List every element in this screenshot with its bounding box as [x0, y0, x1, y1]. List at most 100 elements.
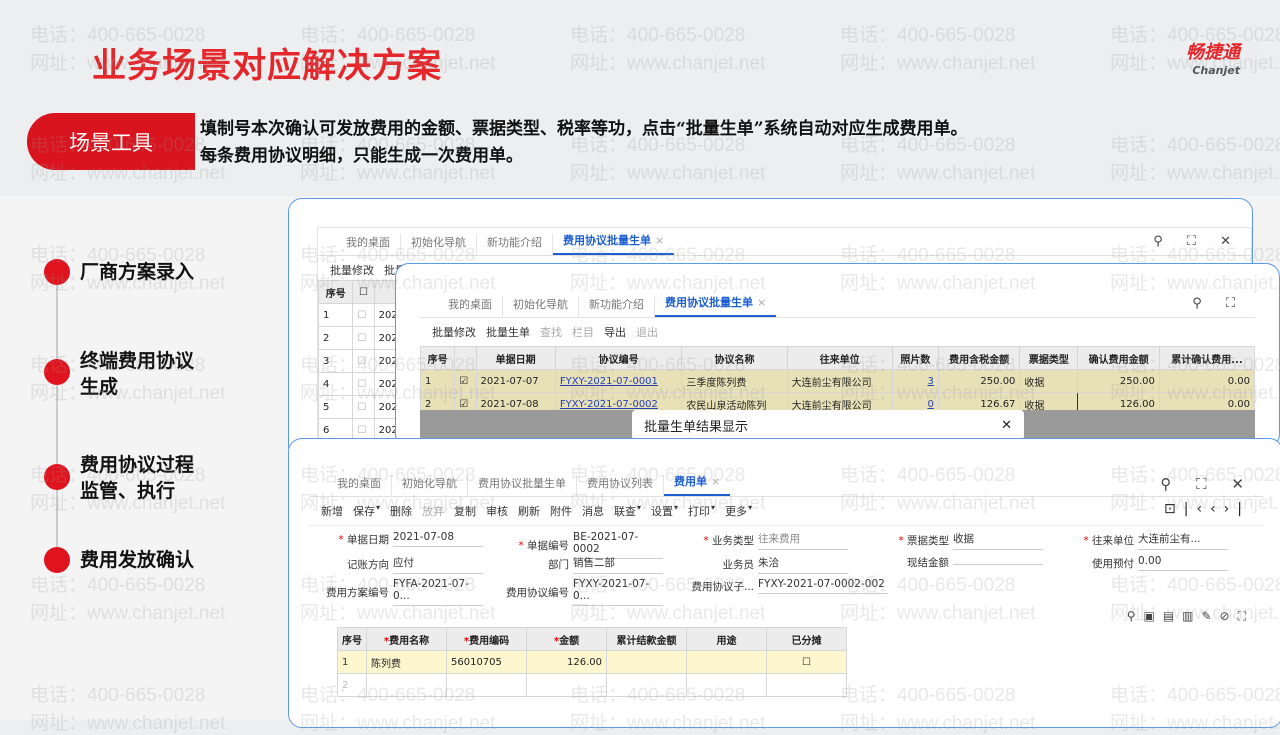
result-dialog: 批量生单结果显示 ✕ [632, 410, 1024, 440]
column-header: 单据日期 [475, 346, 556, 370]
tab[interactable]: 初始化导航 [401, 234, 477, 255]
field-label: 单据日期 [347, 533, 389, 546]
toolbar-button[interactable]: 新增 [321, 503, 343, 519]
toolbar-button[interactable]: 复制 [454, 503, 476, 519]
toolbar-button[interactable]: 保存 [353, 503, 375, 519]
window-controls-icon[interactable]: ⚲ ⛶ [1192, 296, 1245, 311]
row-checkbox[interactable]: ☐ [352, 303, 375, 327]
toolbar-button[interactable]: 删除 [390, 503, 412, 519]
form-field[interactable]: 费用协议子... FYXY-2021-07-0002-002 [674, 578, 888, 594]
tab[interactable]: 我的桌面 [327, 475, 392, 496]
close-tab-icon[interactable]: × [757, 296, 766, 309]
table-cell[interactable] [766, 673, 847, 697]
close-icon[interactable]: ✕ [1001, 418, 1012, 433]
table-row[interactable]: 1 陈列费 56010705 126.00 ☐ [337, 650, 847, 674]
field-value[interactable] [953, 561, 1043, 565]
toolbar-button[interactable]: 审核 [486, 503, 508, 519]
chanjet-logo: 畅捷通 Chanjet [1186, 42, 1240, 77]
table-cell[interactable]: 3 [891, 369, 939, 393]
tab[interactable]: 初始化导航 [392, 475, 468, 496]
field-value[interactable]: 往来费用 [758, 531, 848, 550]
table-cell[interactable] [686, 673, 767, 697]
table-cell[interactable]: 陈列费 [366, 650, 447, 674]
watermark: 网址：www.chanjet.net [840, 53, 1036, 74]
field-value[interactable]: 0.00 [1138, 555, 1228, 571]
form-field[interactable]: * 往来单位 大连前尘有... [1054, 531, 1228, 550]
table-cell[interactable]: 2 [337, 673, 367, 697]
form-field[interactable]: * 票据类型 收据 [869, 531, 1043, 550]
table-cell[interactable]: 56010705 [446, 650, 527, 674]
form-field[interactable]: * 业务类型 往来费用 [674, 531, 848, 550]
table-cell[interactable]: 126.00 [526, 650, 607, 674]
window-controls-icon[interactable]: ⚲ ⛶ ✕ [1153, 234, 1241, 249]
toolbar-button[interactable]: 导出 [604, 324, 626, 340]
toolbar-button[interactable]: 设置 [651, 503, 673, 519]
table-cell[interactable]: 1 [337, 650, 367, 674]
chevron-down-icon: ▾ [748, 503, 753, 512]
form-field[interactable]: 业务员 朱洽 [674, 555, 848, 574]
close-tab-icon[interactable]: × [711, 475, 720, 488]
field-value[interactable]: 朱洽 [758, 555, 848, 574]
field-value[interactable]: 大连前尘有... [1138, 531, 1228, 550]
toolbar-button[interactable]: 联查 [614, 503, 636, 519]
tab[interactable]: 费用协议批量生单 [468, 475, 577, 496]
toolbar-button[interactable]: 消息 [582, 503, 604, 519]
table-cell[interactable]: FYXY-2021-07-0001 [554, 369, 683, 393]
row-checkbox[interactable]: ☐ [352, 395, 375, 419]
field-value[interactable]: 2021-07-08 [393, 531, 483, 547]
field-value[interactable]: FYXY-2021-07-0... [573, 578, 663, 606]
toolbar-button[interactable]: 栏目 [572, 324, 594, 340]
tab[interactable]: 我的桌面 [438, 296, 503, 317]
form-field[interactable]: 使用预付 0.00 [1054, 555, 1228, 571]
field-value[interactable]: 应付 [393, 555, 483, 574]
form-field[interactable]: 部门 销售二部 [489, 555, 663, 574]
tab[interactable]: 初始化导航 [503, 296, 579, 317]
table-cell[interactable] [606, 673, 687, 697]
close-tab-icon[interactable]: × [655, 234, 664, 247]
toolbar-button[interactable]: 退出 [636, 324, 658, 340]
row-checkbox[interactable]: ☐ [352, 372, 375, 396]
row-checkbox[interactable]: ☐ [352, 349, 375, 373]
toolbar-button[interactable]: 查找 [540, 324, 562, 340]
form-field[interactable]: 费用协议编号 FYXY-2021-07-0... [489, 578, 663, 606]
toolbar-button[interactable]: 批量生单 [486, 324, 530, 340]
row-checkbox[interactable]: ☐ [352, 326, 375, 350]
tab[interactable]: 新功能介绍 [477, 234, 553, 255]
field-value[interactable]: 收据 [953, 531, 1043, 550]
field-value[interactable]: FYXY-2021-07-0002-002 [758, 578, 888, 594]
required-marker: * [338, 533, 347, 546]
record-nav-icons[interactable]: ⊡|‹‹›| [1164, 501, 1250, 517]
toolbar-button[interactable]: 更多 [725, 503, 747, 519]
toolbar-button[interactable]: 打印 [688, 503, 710, 519]
form-field[interactable]: 现结金额 [869, 555, 1043, 570]
window-controls-icon[interactable]: ⚲ ⛶ ✕ [1160, 475, 1254, 493]
tab[interactable]: 我的桌面 [336, 234, 401, 255]
tab[interactable]: 费用单 × [664, 473, 731, 496]
toolbar-button[interactable]: 批量修改 [432, 324, 476, 340]
table-cell[interactable] [606, 650, 687, 674]
table-cell[interactable] [366, 673, 447, 697]
table-cell[interactable] [526, 673, 607, 697]
toolbar-button[interactable]: 放弃 [422, 503, 444, 519]
form-field[interactable]: 记账方向 应付 [309, 555, 483, 574]
field-value[interactable]: 销售二部 [573, 555, 663, 574]
form-field[interactable]: 费用方案编号 FYFA-2021-07-0... [309, 578, 483, 606]
field-label: 往来单位 [1092, 535, 1134, 547]
table-row[interactable]: 1 ☑ 2021-07-07 FYXY-2021-07-0001 三季度陈列费 大连前尘有… [419, 369, 1256, 393]
tab[interactable]: 费用协议列表 [577, 475, 664, 496]
tab[interactable]: 费用协议批量生单 × [655, 294, 777, 317]
allocated-checkbox[interactable]: ☐ [766, 650, 847, 674]
toolbar-button[interactable]: 附件 [550, 503, 572, 519]
form-tool-icons[interactable]: ⚲▣▤▥✎⊘⛶ [1127, 609, 1254, 624]
field-value[interactable]: FYFA-2021-07-0... [393, 578, 483, 606]
row-checkbox[interactable]: ☑ [454, 369, 477, 393]
form-field[interactable]: * 单据日期 2021-07-08 [309, 531, 483, 547]
tab[interactable]: 新功能介绍 [579, 296, 655, 317]
toolbar-button[interactable]: 刷新 [518, 503, 540, 519]
toolbar-button[interactable]: 批量修改 [330, 262, 374, 278]
tab[interactable]: 费用协议批量生单 × [553, 232, 675, 255]
select-all-checkbox[interactable]: ☐ [352, 280, 375, 304]
table-cell[interactable] [686, 650, 767, 674]
table-cell[interactable] [446, 673, 527, 697]
table-row[interactable]: 2 [337, 673, 847, 697]
